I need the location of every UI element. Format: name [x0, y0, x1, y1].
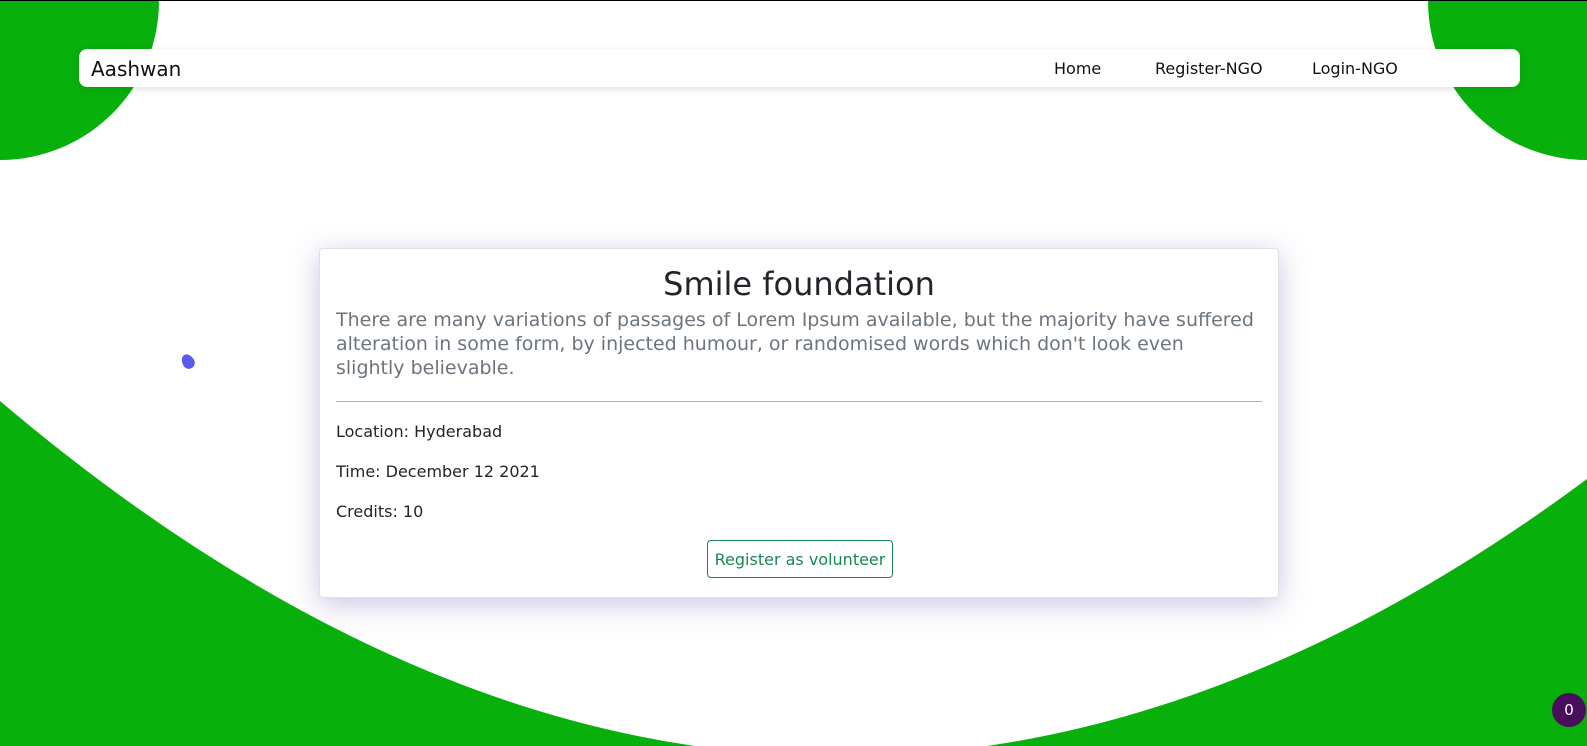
time-text: Time: December 12 2021 [336, 462, 540, 481]
card-divider [336, 401, 1262, 402]
register-volunteer-button[interactable]: Register as volunteer [707, 540, 893, 578]
notification-badge[interactable]: 0 [1552, 693, 1586, 727]
card-title: Smile foundation [663, 265, 935, 303]
ngo-event-card: Smile foundation There are many variatio… [319, 248, 1279, 598]
nav-link-home[interactable]: Home [1054, 59, 1101, 78]
nav-link-register-ngo[interactable]: Register-NGO [1155, 59, 1263, 78]
nav-link-login-ngo[interactable]: Login-NGO [1312, 59, 1398, 78]
credits-text: Credits: 10 [336, 502, 424, 521]
location-text: Location: Hyderabad [336, 422, 503, 441]
card-description: There are many variations of passages of… [336, 309, 1254, 379]
navbar: Aashwan Home Register-NGO Login-NGO [79, 49, 1520, 87]
brand-logo[interactable]: Aashwan [91, 57, 181, 81]
